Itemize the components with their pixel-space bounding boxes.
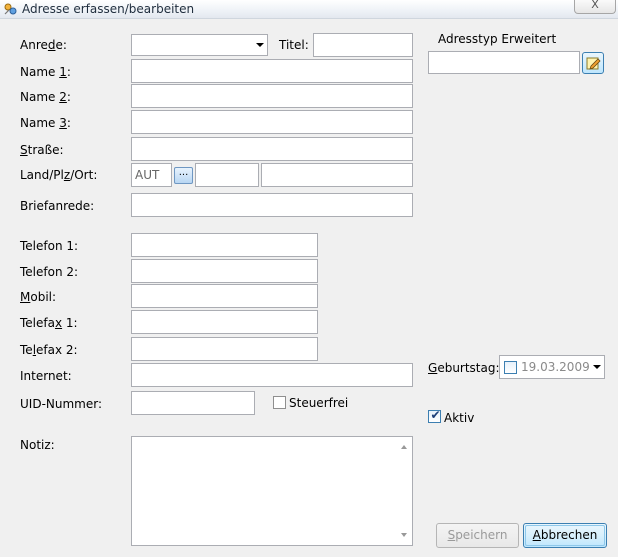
internet-field[interactable] xyxy=(131,363,413,387)
strasse-field[interactable] xyxy=(131,137,413,161)
geburtstag-label: Geburtstag: xyxy=(428,361,500,375)
telefon2-field[interactable] xyxy=(131,259,318,283)
cancel-button[interactable]: Abbrechen xyxy=(523,523,607,548)
geburtstag-checkbox[interactable] xyxy=(504,361,517,374)
mobil-field[interactable] xyxy=(131,284,318,308)
geburtstag-datepicker[interactable]: 19.03.2009 xyxy=(499,355,605,379)
land-field[interactable]: AUT xyxy=(131,163,172,187)
plz-field[interactable] xyxy=(195,163,259,187)
save-button[interactable]: Speichern xyxy=(436,523,519,548)
window-title: Adresse erfassen/bearbeiten xyxy=(22,2,195,16)
steuerfrei-checkbox[interactable] xyxy=(273,396,286,409)
chevron-down-icon[interactable] xyxy=(593,365,601,369)
name2-field[interactable] xyxy=(131,84,413,108)
strasse-label: Straße: xyxy=(20,143,64,157)
close-icon: X xyxy=(591,0,599,11)
notiz-label: Notiz: xyxy=(20,438,55,452)
app-icon xyxy=(4,3,17,15)
name3-field[interactable] xyxy=(131,110,413,134)
anrede-label: Anrede: xyxy=(20,38,67,52)
name3-label: Name 3: xyxy=(20,116,71,130)
scroll-down-icon[interactable] xyxy=(401,533,407,537)
edit-note-icon xyxy=(586,57,601,70)
close-button[interactable]: X xyxy=(574,0,616,14)
anrede-select[interactable] xyxy=(131,34,268,56)
uid-label: UID-Nummer: xyxy=(20,397,103,411)
titel-label: Titel: xyxy=(279,38,309,52)
telefax2-field[interactable] xyxy=(131,337,318,361)
address-dialog: Adresse erfassen/bearbeiten X Anrede: Ti… xyxy=(0,0,618,557)
land-browse-button[interactable]: ... xyxy=(174,167,193,184)
adresstyp-field[interactable] xyxy=(428,51,580,74)
aktiv-label: Aktiv xyxy=(444,411,475,425)
chevron-down-icon xyxy=(256,43,264,47)
steuerfrei-label: Steuerfrei xyxy=(289,396,349,410)
name1-label: Name 1: xyxy=(20,65,71,79)
briefanrede-field[interactable] xyxy=(131,193,413,217)
mobil-label: Mobil: xyxy=(20,290,57,304)
name2-label: Name 2: xyxy=(20,90,71,104)
internet-label: Internet: xyxy=(20,369,72,383)
telefon1-label: Telefon 1: xyxy=(20,239,79,253)
title-bar[interactable]: Adresse erfassen/bearbeiten X xyxy=(0,0,618,19)
name1-field[interactable] xyxy=(131,59,413,83)
aktiv-checkbox[interactable]: ✔ xyxy=(428,408,441,423)
land-plz-ort-label: Land/Plz/Ort: xyxy=(20,168,98,182)
scroll-up-icon[interactable] xyxy=(401,445,407,449)
briefanrede-label: Briefanrede: xyxy=(20,199,95,213)
telefax1-field[interactable] xyxy=(131,310,318,334)
titel-field[interactable] xyxy=(313,33,413,57)
uid-field[interactable] xyxy=(131,391,255,415)
adresstyp-label: Adresstyp Erweitert xyxy=(438,32,557,46)
telefax1-label: Telefax 1: xyxy=(20,316,78,330)
notiz-textarea[interactable] xyxy=(131,436,413,546)
telefon2-label: Telefon 2: xyxy=(20,265,79,279)
notiz-scrollbar[interactable] xyxy=(397,437,412,545)
checkmark-icon: ✔ xyxy=(430,408,441,422)
adresstyp-edit-button[interactable] xyxy=(582,52,604,74)
telefax2-label: Telefax 2: xyxy=(20,343,78,357)
telefon1-field[interactable] xyxy=(131,233,318,257)
geburtstag-value: 19.03.2009 xyxy=(521,360,590,374)
ort-field[interactable] xyxy=(261,163,413,187)
